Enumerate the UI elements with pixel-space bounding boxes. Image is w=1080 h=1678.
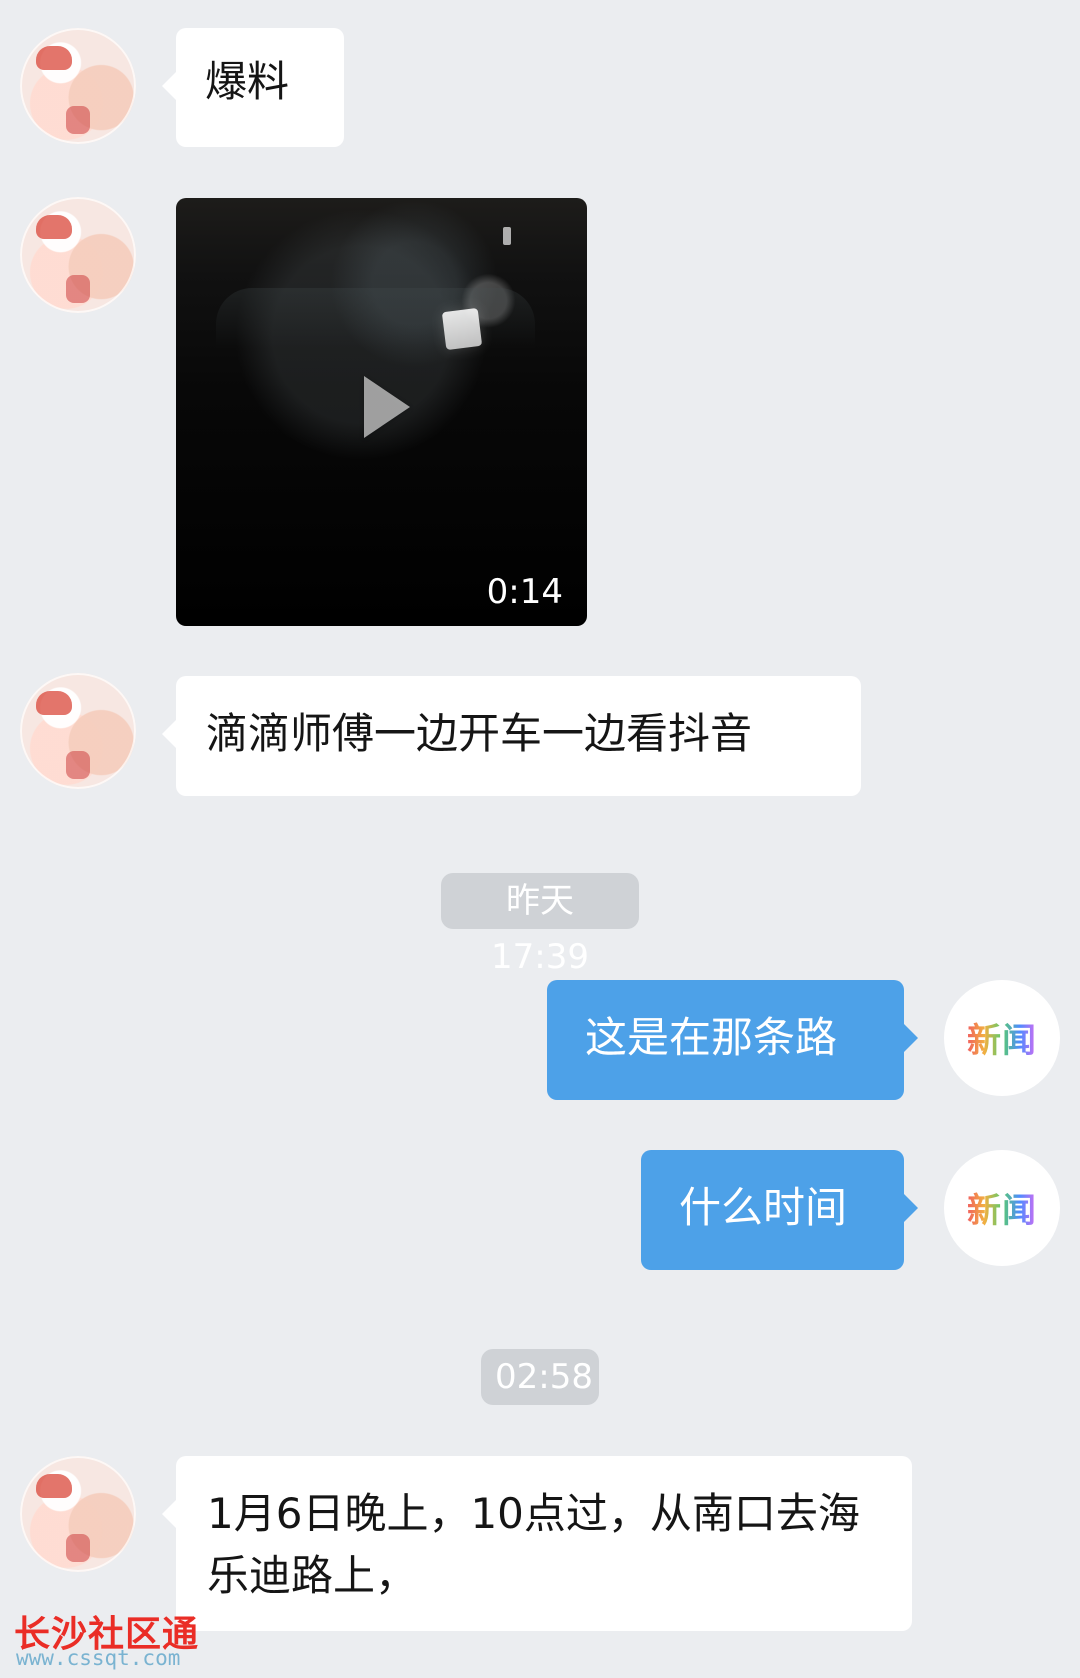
video-light-detail [503, 227, 511, 245]
message-text: 这是在那条路 [585, 1013, 838, 1062]
friend-avatar[interactable] [20, 28, 136, 144]
message-text: 1月6日晚上，10点过，从南口去海乐迪路上， [207, 1489, 860, 1600]
outgoing-message-bubble[interactable]: 这是在那条路 [547, 980, 918, 1100]
video-screen-glow [441, 307, 483, 351]
outgoing-message-bubble[interactable]: 什么时间 [641, 1150, 918, 1270]
watermark: 长沙社区通 www.cssqt.com [14, 1605, 224, 1675]
friend-avatar[interactable] [20, 197, 136, 313]
timestamp: 昨天 17:39 [441, 873, 639, 977]
self-avatar-text: 新闻 [967, 1183, 1037, 1232]
message-text: 什么时间 [679, 1183, 848, 1232]
self-avatar[interactable]: 新闻 [944, 1150, 1060, 1266]
video-message[interactable]: 0:14 [176, 198, 587, 626]
incoming-message-bubble[interactable]: 滴滴师傅一边开车一边看抖音 [162, 676, 861, 796]
message-text: 滴滴师傅一边开车一边看抖音 [206, 709, 753, 758]
watermark-url: www.cssqt.com [16, 1646, 181, 1670]
self-avatar[interactable]: 新闻 [944, 980, 1060, 1096]
play-icon[interactable] [364, 376, 410, 438]
friend-avatar[interactable] [20, 1456, 136, 1572]
video-background [216, 288, 535, 348]
friend-avatar[interactable] [20, 673, 136, 789]
self-avatar-text: 新闻 [967, 1013, 1037, 1062]
message-text: 爆料 [205, 57, 290, 106]
incoming-message-bubble[interactable]: 爆料 [162, 28, 344, 147]
video-duration: 0:14 [486, 572, 563, 612]
incoming-message-bubble[interactable]: 1月6日晚上，10点过，从南口去海乐迪路上， [162, 1456, 912, 1631]
timestamp: 02:58 [481, 1349, 599, 1405]
